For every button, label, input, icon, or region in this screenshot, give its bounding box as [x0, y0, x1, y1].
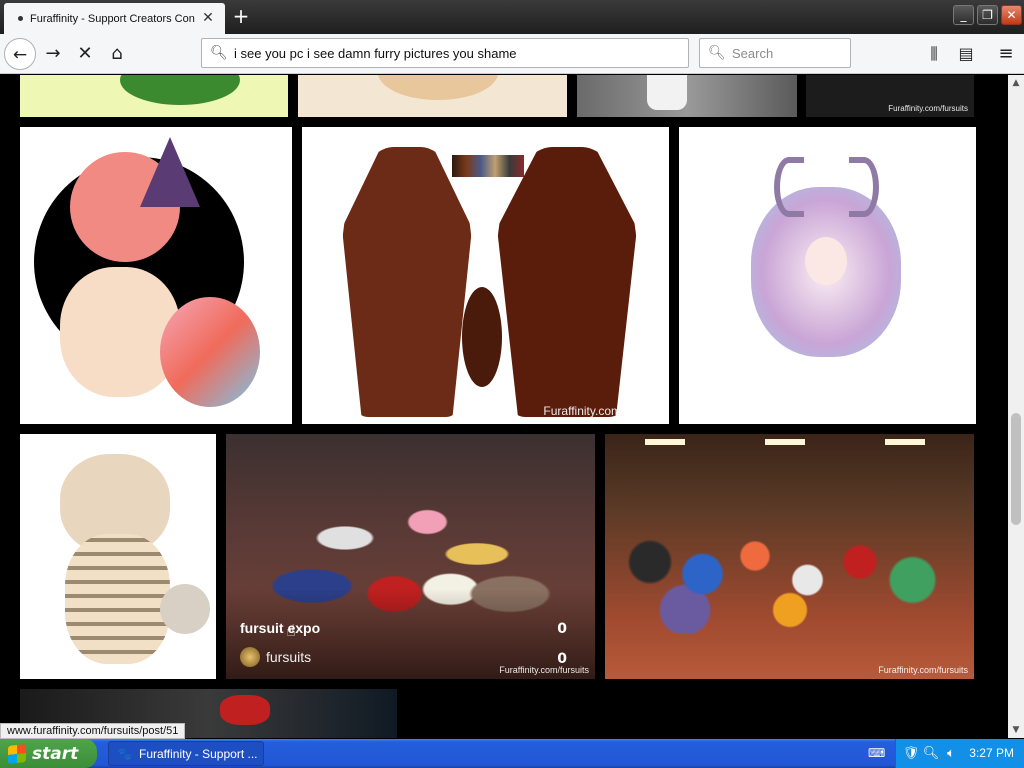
browser-icon: 🐾: [117, 746, 132, 761]
image-thumb[interactable]: [20, 434, 216, 679]
title-bar: Furaffinity - Support Creators Con ✕ + _…: [0, 0, 1024, 34]
image-thumb[interactable]: [679, 127, 976, 424]
artwork-shape: [60, 267, 180, 397]
artwork-shape: [497, 147, 637, 417]
search-placeholder: Search: [732, 45, 774, 61]
search-icon: 🔍︎: [708, 45, 726, 61]
artwork-shape: [65, 534, 170, 664]
artwork-shape: [615, 514, 965, 634]
artwork-shape: [160, 584, 210, 634]
image-thumb[interactable]: Furaffinity.com/fursuits: [806, 75, 974, 117]
cursor-hand-icon: ☝: [286, 621, 296, 640]
sidebar-button[interactable]: ▤: [950, 38, 982, 70]
post-author[interactable]: fursuits: [240, 647, 311, 667]
artwork-shape: [160, 297, 260, 407]
artwork-shape: [462, 287, 502, 387]
speaker-icon[interactable]: 🔈︎: [942, 746, 960, 761]
stop-button[interactable]: ✕: [69, 38, 101, 70]
minimize-button[interactable]: _: [953, 5, 974, 25]
ceiling-lights: [605, 439, 974, 445]
taskbar: start 🐾 Furaffinity - Support ... ⌨ 🛡 🔍︎ …: [0, 739, 1024, 768]
post-title[interactable]: fursuit expo: [240, 620, 320, 636]
color-palette: [452, 155, 524, 177]
start-button[interactable]: start: [0, 739, 97, 768]
artwork-shape: [342, 147, 472, 417]
magnifier-icon[interactable]: 🔍︎: [922, 746, 940, 761]
back-button[interactable]: ←: [4, 38, 36, 70]
artwork-shape: [774, 157, 804, 217]
shield-icon[interactable]: 🛡: [902, 746, 920, 761]
windows-logo-icon: [8, 743, 26, 764]
forward-button[interactable]: →: [37, 38, 69, 70]
artwork-shape: [647, 75, 687, 110]
scroll-down-icon[interactable]: ▼: [1008, 722, 1024, 738]
url-text[interactable]: i see you pc i see damn furry pictures y…: [234, 46, 517, 61]
system-tray: 🛡 🔍︎ 🔈︎ 3:27 PM: [895, 739, 1024, 768]
menu-button[interactable]: ≡: [990, 38, 1022, 70]
artwork-shape: [805, 237, 847, 285]
image-grid: Furaffinity.com/fursuits Furaffinity.com…: [0, 75, 1008, 738]
navigation-bar: ← → ✕ ⌂ 🔍︎ i see you pc i see damn furry…: [0, 34, 1024, 74]
home-button[interactable]: ⌂: [101, 38, 133, 70]
url-bar[interactable]: 🔍︎ i see you pc i see damn furry picture…: [201, 38, 689, 68]
watermark: Furaffinity.com/fursuits: [878, 665, 968, 675]
artwork-shape: [220, 695, 270, 725]
status-link-preview: www.furaffinity.com/fursuits/post/51: [0, 723, 186, 739]
image-thumb[interactable]: [577, 75, 797, 117]
avatar: [240, 647, 260, 667]
maximize-button[interactable]: ❐: [977, 5, 998, 25]
browser-tab[interactable]: Furaffinity - Support Creators Con ✕: [4, 3, 225, 34]
image-thumb-fursuit-expo[interactable]: fursuit expo fursuits 0 0 Furaffinity.co…: [226, 434, 595, 679]
artwork-shape: [120, 75, 240, 105]
library-button[interactable]: ⫼: [918, 38, 950, 70]
tab-loading-icon: [18, 16, 23, 21]
vertical-scrollbar[interactable]: ▲ ▼: [1008, 75, 1024, 738]
image-thumb[interactable]: [20, 127, 292, 424]
scroll-up-icon[interactable]: ▲: [1008, 75, 1024, 91]
watermark: Furaffinity.com/fursuits: [888, 104, 968, 113]
new-tab-button[interactable]: +: [230, 5, 252, 27]
favorite-count: 0: [557, 621, 567, 637]
tab-title: Furaffinity - Support Creators Con: [30, 12, 195, 25]
keyboard-icon[interactable]: ⌨: [868, 746, 885, 760]
watermark: Furaffinity.com/fursuits: [499, 665, 589, 675]
artwork-shape: [378, 75, 498, 100]
start-label: start: [32, 743, 79, 764]
taskbar-window-label: Furaffinity - Support ...: [139, 746, 258, 761]
search-input[interactable]: 🔍︎ Search: [699, 38, 851, 68]
image-thumb[interactable]: Furaffinity.com/fursuits: [605, 434, 974, 679]
image-thumb[interactable]: [20, 75, 288, 117]
artwork-shape: [849, 157, 879, 217]
taskbar-window-button[interactable]: 🐾 Furaffinity - Support ...: [108, 741, 264, 766]
tab-close-icon[interactable]: ✕: [200, 10, 216, 26]
image-thumb[interactable]: Furaffinity.com/fursuits: [302, 127, 669, 424]
clock: 3:27 PM: [969, 746, 1014, 760]
image-thumb[interactable]: [298, 75, 567, 117]
search-icon: 🔍︎: [210, 45, 228, 61]
close-window-button[interactable]: ✕: [1001, 5, 1022, 25]
scroll-thumb[interactable]: [1011, 413, 1021, 525]
watermark: Furaffinity.com/fursuits: [543, 404, 663, 418]
author-name: fursuits: [266, 649, 312, 665]
